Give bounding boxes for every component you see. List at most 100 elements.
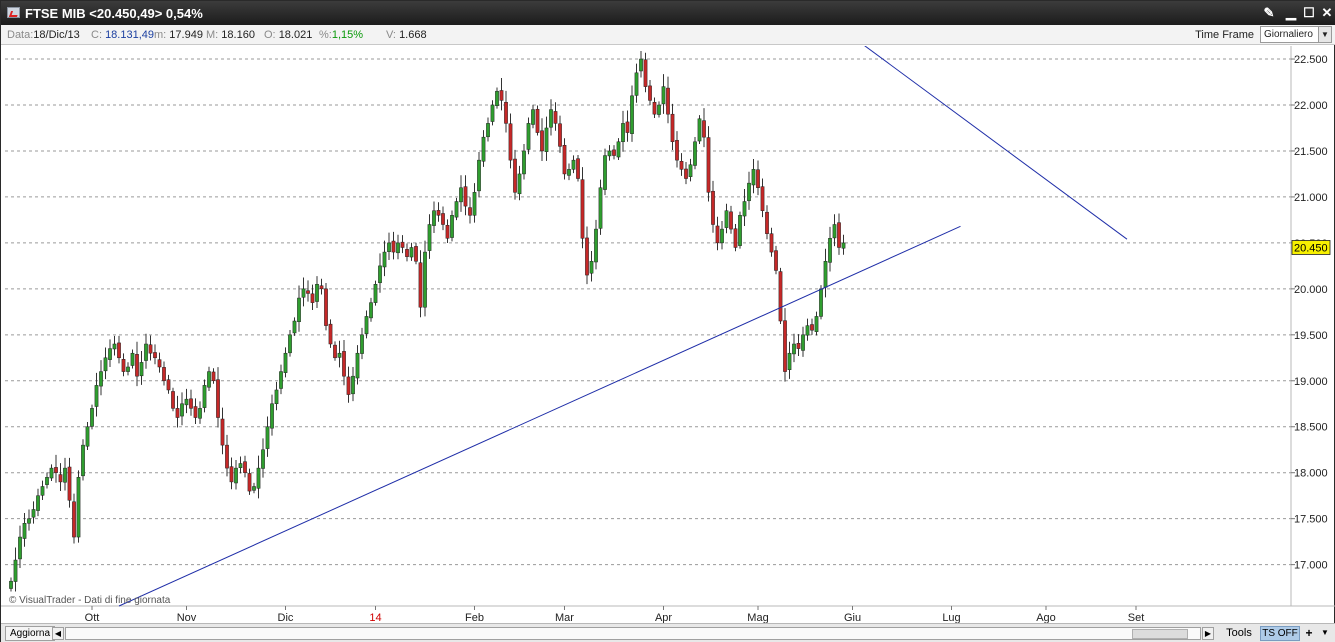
minimize-button[interactable]: ▁	[1282, 4, 1300, 22]
tools-button[interactable]: Tools	[1219, 626, 1259, 641]
wrench-icon[interactable]: ✎	[1260, 4, 1278, 22]
candle-body	[373, 284, 378, 303]
volume-readout: V: 1.668	[386, 29, 427, 41]
candle-body	[639, 58, 643, 72]
candle-body	[733, 228, 738, 248]
candle-body	[729, 211, 733, 230]
candle-body	[369, 302, 373, 319]
add-button[interactable]: +	[1302, 626, 1316, 641]
candle-body	[481, 136, 486, 162]
candle-body	[810, 324, 814, 331]
candle-body	[679, 161, 684, 170]
chart-area[interactable]: 17.000 17.500 18.000 18.500 19.000 19.500 20.0…	[1, 46, 1335, 623]
time-tick-label: Mar	[555, 612, 574, 623]
scroll-thumb[interactable]	[1132, 629, 1188, 639]
open-label: O:	[264, 29, 276, 41]
candle-body	[751, 169, 756, 186]
time-tick-label: Lug	[942, 612, 960, 623]
candle-body	[189, 398, 193, 409]
candle-body	[333, 344, 337, 359]
candle-body	[495, 90, 499, 106]
timeframe-value: Giornaliero	[1264, 29, 1313, 40]
candle-body	[270, 403, 274, 429]
candle-body	[414, 246, 418, 262]
candle-body	[274, 389, 279, 405]
candle-body	[837, 222, 841, 248]
close-label: C:	[91, 29, 102, 41]
candle-body	[180, 403, 184, 417]
candle-body	[292, 320, 297, 334]
ts-off-button[interactable]: TS OFF	[1260, 626, 1300, 641]
candle-body	[621, 123, 625, 143]
candle-body	[175, 408, 180, 418]
candle-body	[670, 113, 675, 143]
min-value: 17.949	[169, 29, 203, 41]
time-tick-label: Apr	[655, 612, 672, 623]
price-tick-label: 21.000	[1294, 192, 1328, 204]
candle-body	[400, 241, 405, 248]
candle-body	[256, 467, 261, 489]
candle-body	[796, 343, 801, 349]
candle-body	[706, 137, 711, 193]
candle	[535, 105, 540, 136]
timeframe-select[interactable]: Giornaliero ▼	[1260, 26, 1332, 43]
candle-body	[711, 190, 715, 225]
scroll-left-button[interactable]: ◀	[52, 627, 64, 640]
candle-body	[157, 359, 162, 368]
candle-body	[436, 210, 441, 216]
scroll-right-button[interactable]: ▶	[1202, 627, 1214, 640]
time-tick-label: Set	[1128, 612, 1145, 623]
candle-body	[630, 95, 634, 134]
candle-body	[423, 251, 427, 308]
candle-body	[769, 233, 774, 253]
price-tick-label: 19.000	[1294, 376, 1328, 388]
candle-body	[279, 371, 283, 389]
candle-body	[90, 408, 94, 427]
candle-body	[450, 215, 454, 238]
candle-body	[324, 288, 328, 326]
price-tick-label: 22.500	[1294, 54, 1328, 66]
candle-body	[486, 123, 490, 138]
candle-body	[792, 343, 796, 355]
candle-body	[121, 359, 126, 372]
candle-body	[661, 86, 666, 105]
candle-body	[126, 366, 130, 372]
candle	[171, 387, 175, 412]
candle	[706, 126, 711, 202]
close-value: 18.131,49	[105, 29, 154, 41]
candle-body	[63, 467, 67, 483]
candle-body	[103, 357, 108, 372]
candle-body	[612, 149, 616, 156]
aggiorna-button[interactable]: Aggiorna	[5, 626, 56, 641]
horizontal-scrollbar[interactable]	[65, 627, 1201, 640]
candlestick-chart[interactable]: 17.000 17.500 18.000 18.500 19.000 19.500 20.0…	[1, 46, 1335, 623]
visualtrader-window: FTSE MIB <20.450,49> 0,54% ✎ ▁ ☐ ✕ Data:…	[0, 0, 1335, 642]
candle-body	[787, 352, 792, 370]
chevron-down-icon[interactable]: ▼	[1318, 27, 1331, 42]
candle-body	[162, 367, 166, 382]
candle	[76, 470, 81, 543]
candle-body	[522, 150, 526, 175]
volume-value: 1.668	[399, 29, 427, 41]
more-menu-button[interactable]: ▼	[1318, 626, 1332, 641]
candle-body	[576, 158, 580, 179]
maximize-button[interactable]: ☐	[1300, 4, 1318, 22]
candle-body	[117, 342, 121, 359]
candle-body	[684, 168, 688, 179]
candle-body	[27, 518, 31, 524]
candle-body	[693, 141, 697, 166]
candle-body	[216, 379, 220, 418]
candle-body	[54, 467, 58, 473]
candle-body	[139, 362, 144, 377]
candle-body	[657, 104, 661, 115]
candle	[423, 240, 427, 317]
timeframe-label: Time Frame	[1195, 29, 1254, 41]
close-button[interactable]: ✕	[1318, 4, 1335, 22]
candle	[697, 115, 702, 144]
candle-body	[558, 123, 562, 147]
candle-body	[666, 87, 670, 115]
candle-body	[405, 249, 409, 257]
candle-body	[688, 164, 693, 177]
candle-body	[94, 385, 99, 407]
time-tick-label: Ago	[1036, 612, 1056, 623]
